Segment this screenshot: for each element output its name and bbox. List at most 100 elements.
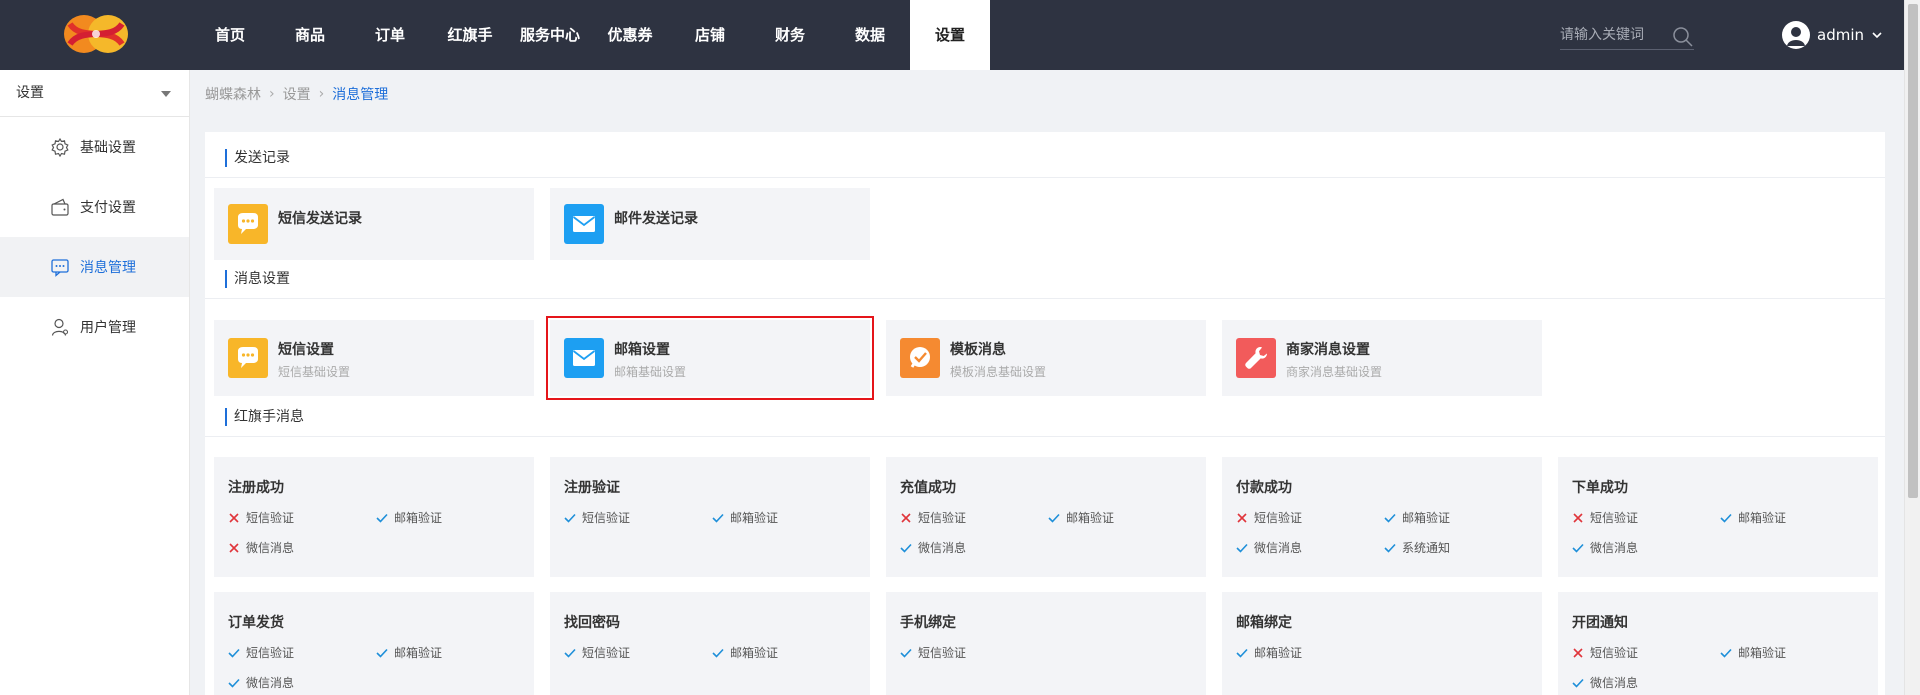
search-input[interactable] xyxy=(1560,22,1670,48)
message-option[interactable]: 微信消息 xyxy=(1572,674,1638,691)
gear-icon xyxy=(51,137,69,157)
nav-item-4[interactable]: 服务中心 xyxy=(510,0,590,70)
message-card-title: 注册成功 xyxy=(228,480,284,496)
breadcrumb-item[interactable]: 蝴蝶森林 xyxy=(205,84,261,104)
message-option[interactable]: 系统通知 xyxy=(1384,539,1450,556)
message-option[interactable]: 短信验证 xyxy=(564,644,630,661)
message-option[interactable]: 邮箱验证 xyxy=(376,644,442,661)
settings-card-1[interactable]: 邮箱设置邮箱基础设置 xyxy=(546,316,874,400)
message-card-6: 找回密码 短信验证 邮箱验证 xyxy=(550,592,870,695)
record-card-1[interactable]: 邮件发送记录 xyxy=(550,188,870,260)
message-option[interactable]: 微信消息 xyxy=(1236,539,1302,556)
check-icon xyxy=(900,648,912,658)
vertical-scrollbar[interactable] xyxy=(1904,0,1920,695)
sidebar: 设置 基础设置 支付设置 消息管理 用户管理 xyxy=(0,70,190,695)
user-menu[interactable]: admin xyxy=(1782,20,1882,50)
message-option[interactable]: 短信验证 xyxy=(900,644,966,661)
message-option-label: 短信验证 xyxy=(246,646,295,660)
message-option[interactable]: 短信验证 xyxy=(228,509,294,526)
message-option[interactable]: 邮箱验证 xyxy=(712,509,778,526)
message-option[interactable]: 短信验证 xyxy=(564,509,630,526)
chevron-down-icon xyxy=(1872,32,1882,39)
sidebar-select[interactable]: 设置 xyxy=(0,70,189,117)
nav-item-2[interactable]: 订单 xyxy=(350,0,430,70)
message-option[interactable]: 微信消息 xyxy=(900,539,966,556)
scrollbar-thumb[interactable] xyxy=(1908,4,1918,498)
message-option[interactable]: 短信验证 xyxy=(1572,644,1638,661)
settings-card-0[interactable]: 短信设置短信基础设置 xyxy=(214,320,534,396)
dropdown-arrow-icon xyxy=(161,91,171,97)
message-option-label: 微信消息 xyxy=(246,541,295,555)
check-icon xyxy=(1572,543,1584,553)
settings-card-title: 邮箱设置 xyxy=(614,342,670,358)
settings-card-title: 短信设置 xyxy=(278,342,334,358)
message-option[interactable]: 邮箱验证 xyxy=(1384,509,1450,526)
message-option[interactable]: 邮箱验证 xyxy=(712,644,778,661)
settings-card-subtitle: 短信基础设置 xyxy=(278,365,351,379)
sms-icon xyxy=(228,338,268,378)
message-option-label: 短信验证 xyxy=(1590,511,1639,525)
mail-icon xyxy=(564,338,604,378)
message-option[interactable]: 短信验证 xyxy=(228,644,294,661)
breadcrumb-separator-icon: › xyxy=(318,86,325,102)
sidebar-item-2[interactable]: 消息管理 xyxy=(0,237,189,297)
message-option-label: 系统通知 xyxy=(1402,541,1451,555)
logo[interactable] xyxy=(62,12,130,56)
check-icon xyxy=(564,648,576,658)
message-card-title: 邮箱绑定 xyxy=(1236,615,1292,631)
message-option-label: 短信验证 xyxy=(246,511,295,525)
message-option[interactable]: 微信消息 xyxy=(1572,539,1638,556)
message-option-label: 微信消息 xyxy=(1590,676,1639,690)
message-option[interactable]: 微信消息 xyxy=(228,539,294,556)
nav-item-8[interactable]: 数据 xyxy=(830,0,910,70)
message-option[interactable]: 邮箱验证 xyxy=(1236,644,1302,661)
message-option[interactable]: 短信验证 xyxy=(900,509,966,526)
settings-card-title: 商家消息设置 xyxy=(1286,342,1370,358)
message-option-label: 邮箱验证 xyxy=(1402,511,1451,525)
breadcrumb-separator-icon: › xyxy=(269,86,275,102)
message-option[interactable]: 短信验证 xyxy=(1236,509,1302,526)
message-option-label: 邮箱验证 xyxy=(394,511,443,525)
nav-item-0[interactable]: 首页 xyxy=(190,0,270,70)
settings-card-3[interactable]: 商家消息设置 商家消息基础设置 xyxy=(1222,320,1542,396)
sidebar-item-0[interactable]: 基础设置 xyxy=(0,117,189,177)
message-option-label: 短信验证 xyxy=(582,646,631,660)
message-option[interactable]: 短信验证 xyxy=(1572,509,1638,526)
message-card-9: 开团通知 短信验证 邮箱验证 微信消息 xyxy=(1558,592,1878,695)
message-option[interactable]: 微信消息 xyxy=(228,674,294,691)
sms-icon xyxy=(228,204,268,244)
message-option-label: 邮箱验证 xyxy=(1738,646,1787,660)
message-option-label: 邮箱验证 xyxy=(730,511,779,525)
sidebar-item-1[interactable]: 支付设置 xyxy=(0,177,189,237)
message-option[interactable]: 邮箱验证 xyxy=(1720,509,1786,526)
message-option[interactable]: 邮箱验证 xyxy=(376,509,442,526)
message-option-label: 短信验证 xyxy=(918,511,967,525)
nav-item-6[interactable]: 店铺 xyxy=(670,0,750,70)
search-icon[interactable] xyxy=(1672,26,1694,48)
user-avatar-icon xyxy=(1787,27,1805,46)
nav-item-7[interactable]: 财务 xyxy=(750,0,830,70)
breadcrumb: 蝴蝶森林 › 设置 › 消息管理 xyxy=(205,84,388,104)
avatar xyxy=(1782,21,1810,49)
settings-card-subtitle: 模板消息基础设置 xyxy=(950,365,1047,379)
settings-card-subtitle: 邮箱基础设置 xyxy=(614,365,687,379)
nav-item-5[interactable]: 优惠券 xyxy=(590,0,670,70)
cross-icon xyxy=(1573,512,1583,523)
mail-icon xyxy=(564,204,604,244)
message-option-label: 邮箱验证 xyxy=(394,646,443,660)
message-card-5: 订单发货 短信验证 邮箱验证 微信消息 xyxy=(214,592,534,695)
breadcrumb-item[interactable]: 设置 xyxy=(283,84,311,104)
message-option-label: 邮箱验证 xyxy=(1066,511,1115,525)
nav-item-3[interactable]: 红旗手 xyxy=(430,0,510,70)
message-option[interactable]: 邮箱验证 xyxy=(1048,509,1114,526)
settings-card-2[interactable]: 模板消息 模板消息基础设置 xyxy=(886,320,1206,396)
nav-item-9[interactable]: 设置 xyxy=(910,0,990,70)
check-icon xyxy=(376,648,388,658)
nav-item-1[interactable]: 商品 xyxy=(270,0,350,70)
message-option[interactable]: 邮箱验证 xyxy=(1720,644,1786,661)
sidebar-item-3[interactable]: 用户管理 xyxy=(0,297,189,357)
username: admin xyxy=(1817,26,1864,44)
message-card-3: 付款成功 短信验证 邮箱验证 微信消息 系统通知 xyxy=(1222,457,1542,577)
check-icon xyxy=(712,513,724,523)
record-card-0[interactable]: 短信发送记录 xyxy=(214,188,534,260)
